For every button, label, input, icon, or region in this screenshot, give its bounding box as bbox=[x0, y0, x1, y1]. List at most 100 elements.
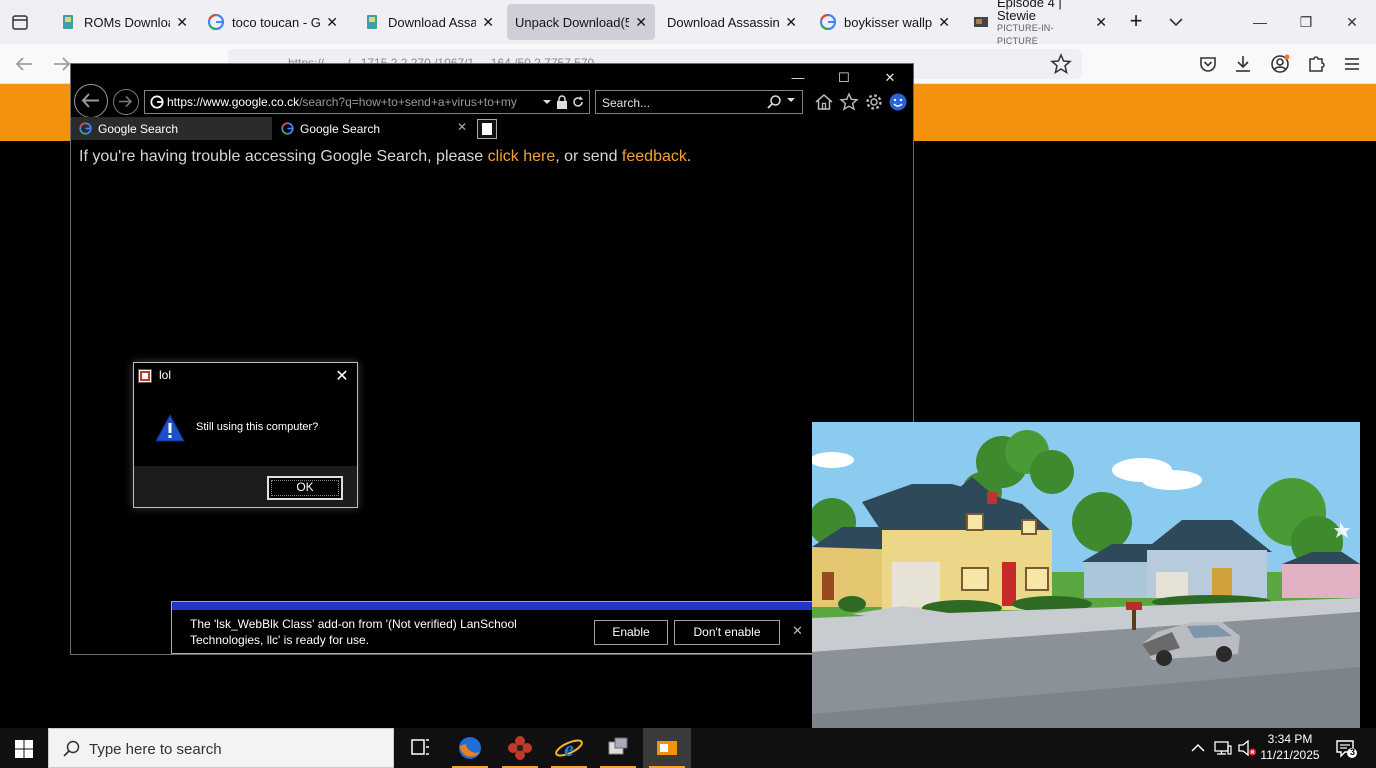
feedback-link[interactable]: feedback bbox=[622, 148, 687, 165]
dont-enable-button[interactable]: Don't enable bbox=[674, 620, 780, 645]
ie-search-box[interactable] bbox=[595, 90, 803, 114]
google-icon bbox=[281, 122, 294, 135]
search-icon[interactable] bbox=[766, 94, 782, 110]
picture-in-picture-video[interactable] bbox=[812, 422, 1360, 728]
chevron-down-icon[interactable] bbox=[1166, 12, 1186, 32]
taskbar-pinwheel-app[interactable] bbox=[496, 728, 544, 768]
ff-tab-label: boykisser wallpap bbox=[844, 14, 933, 30]
refresh-icon[interactable] bbox=[571, 94, 585, 110]
app-icon bbox=[138, 369, 152, 383]
ie-search-input[interactable] bbox=[602, 94, 762, 111]
cartoon-street-scene-image bbox=[812, 422, 1360, 728]
network-icon[interactable] bbox=[1213, 738, 1233, 758]
close-tab-icon[interactable]: ✕ bbox=[938, 14, 950, 31]
close-tab-icon[interactable]: ✕ bbox=[457, 120, 467, 134]
ff-tab-label: Download Assassins C bbox=[667, 14, 780, 30]
taskbar-search-placeholder: Type here to search bbox=[89, 741, 222, 758]
ie-page-message: If you're having trouble accessing Googl… bbox=[79, 148, 691, 166]
ie-maximize-button[interactable]: ☐ bbox=[831, 68, 857, 88]
ff-tab-wallpaper[interactable]: boykisser wallpap ✕ bbox=[812, 4, 958, 40]
close-tab-icon[interactable]: ✕ bbox=[1095, 14, 1107, 31]
smiley-feedback-icon[interactable] bbox=[888, 92, 908, 112]
ie-address-path: /search?q=how+to+send+a+virus+to+my bbox=[299, 95, 517, 109]
ie-address-bar[interactable]: https://www.google.co.ck/search?q=how+to… bbox=[144, 90, 590, 114]
pinwheel-icon bbox=[508, 736, 532, 760]
minimize-button[interactable]: — bbox=[1248, 10, 1272, 34]
close-tab-icon[interactable]: ✕ bbox=[785, 14, 797, 31]
enable-button[interactable]: Enable bbox=[594, 620, 668, 645]
taskbar-search-box[interactable]: Type here to search bbox=[48, 728, 394, 768]
taskbar-internet-explorer[interactable]: e bbox=[545, 728, 593, 768]
ie-forward-button[interactable] bbox=[113, 89, 139, 115]
close-tab-icon[interactable]: ✕ bbox=[326, 14, 338, 31]
notification-close-button[interactable]: ✕ bbox=[792, 623, 803, 639]
svg-text:e: e bbox=[564, 736, 574, 761]
google-icon bbox=[820, 14, 836, 30]
back-arrow-icon[interactable] bbox=[12, 52, 36, 76]
ie-new-tab-button[interactable] bbox=[477, 119, 497, 139]
lock-icon[interactable] bbox=[555, 94, 569, 110]
taskbar-virtualbox-app[interactable] bbox=[594, 728, 642, 768]
message-text: , or send bbox=[555, 148, 622, 165]
ff-tab-label: Episode 4 | Stewie bbox=[997, 0, 1062, 23]
ff-tab-assassins[interactable]: Download Assassi ✕ bbox=[356, 4, 502, 40]
ie-address-text: https://www.google.co.ck/search?q=how+to… bbox=[167, 95, 537, 109]
home-icon[interactable] bbox=[814, 92, 834, 112]
ie-tab-google-search-1[interactable]: Google Search bbox=[71, 117, 272, 140]
dropdown-arrow-icon[interactable] bbox=[786, 95, 796, 105]
new-tab-button[interactable]: + bbox=[1126, 10, 1146, 32]
gear-icon[interactable] bbox=[864, 92, 884, 112]
close-window-button[interactable]: ✕ bbox=[1340, 10, 1364, 34]
ok-button[interactable]: OK bbox=[267, 476, 343, 500]
favorites-star-icon[interactable] bbox=[839, 92, 859, 112]
ff-tab-label: toco toucan - Goo bbox=[232, 14, 321, 30]
internet-explorer-icon: e bbox=[555, 736, 583, 761]
ff-tab-episode-pip[interactable]: Episode 4 | Stewie PICTURE-IN-PICTURE ✕ bbox=[965, 0, 1115, 46]
account-icon[interactable] bbox=[1268, 52, 1292, 76]
restore-button[interactable]: ❐ bbox=[1294, 10, 1318, 34]
new-tab-icon bbox=[482, 123, 492, 135]
dropdown-arrow-icon[interactable] bbox=[540, 94, 554, 110]
list-all-tabs-icon[interactable] bbox=[10, 12, 30, 32]
close-tab-icon[interactable]: ✕ bbox=[176, 14, 188, 31]
ie-minimize-button[interactable]: — bbox=[785, 68, 811, 88]
desktop: ROMs Download ✕ toco toucan - Goo ✕ Down… bbox=[0, 0, 1376, 768]
ie-tab-label: Google Search bbox=[300, 121, 381, 136]
dialog-close-button[interactable]: ✕ bbox=[332, 366, 352, 386]
task-view-icon bbox=[411, 739, 429, 755]
app-window-icon bbox=[657, 741, 677, 755]
taskbar-clock[interactable]: 3:34 PM 11/21/2025 bbox=[1250, 731, 1330, 763]
dialog-message: Still using this computer? bbox=[196, 421, 319, 433]
search-icon bbox=[63, 740, 80, 757]
taskbar-active-app[interactable] bbox=[643, 728, 691, 768]
close-tab-icon[interactable]: ✕ bbox=[635, 14, 647, 31]
dialog-footer: OK bbox=[134, 466, 357, 507]
windows-start-icon[interactable] bbox=[14, 739, 34, 759]
ie-close-button[interactable]: ✕ bbox=[877, 68, 903, 88]
google-icon bbox=[208, 14, 224, 30]
forward-arrow-icon bbox=[119, 95, 133, 108]
taskbar-firefox[interactable] bbox=[446, 728, 494, 768]
ff-tab-toucan[interactable]: toco toucan - Goo ✕ bbox=[200, 4, 346, 40]
ff-tab-download-assassins[interactable]: Download Assassins C ✕ bbox=[659, 4, 805, 40]
task-view-button[interactable] bbox=[396, 728, 444, 768]
windows-taskbar: Type here to search e 3:34 PM 11/21/2025… bbox=[0, 728, 1376, 768]
dialog-title: lol bbox=[159, 368, 172, 382]
downloads-icon[interactable] bbox=[1231, 52, 1255, 76]
app-window-icon bbox=[608, 737, 628, 755]
bookmark-star-icon[interactable] bbox=[1049, 52, 1073, 76]
notification-accent-bar bbox=[172, 602, 812, 610]
menu-icon[interactable] bbox=[1340, 52, 1364, 76]
extensions-icon[interactable] bbox=[1304, 52, 1328, 76]
clock-time: 3:34 PM bbox=[1267, 732, 1313, 746]
ff-tab-label: ROMs Download bbox=[84, 14, 170, 30]
click-here-link[interactable]: click here bbox=[488, 148, 556, 165]
close-tab-icon[interactable]: ✕ bbox=[482, 14, 494, 31]
ff-tab-roms[interactable]: ROMs Download ✕ bbox=[52, 4, 196, 40]
ie-tab-google-search-2[interactable]: Google Search ✕ bbox=[273, 117, 473, 140]
chevron-up-icon[interactable] bbox=[1188, 738, 1208, 758]
ie-back-button[interactable] bbox=[74, 84, 108, 118]
pocket-icon[interactable] bbox=[1196, 52, 1220, 76]
notification-center-button[interactable]: 3 bbox=[1334, 738, 1358, 760]
ff-tab-unpack[interactable]: Unpack Download(52 ✕ bbox=[507, 4, 655, 40]
